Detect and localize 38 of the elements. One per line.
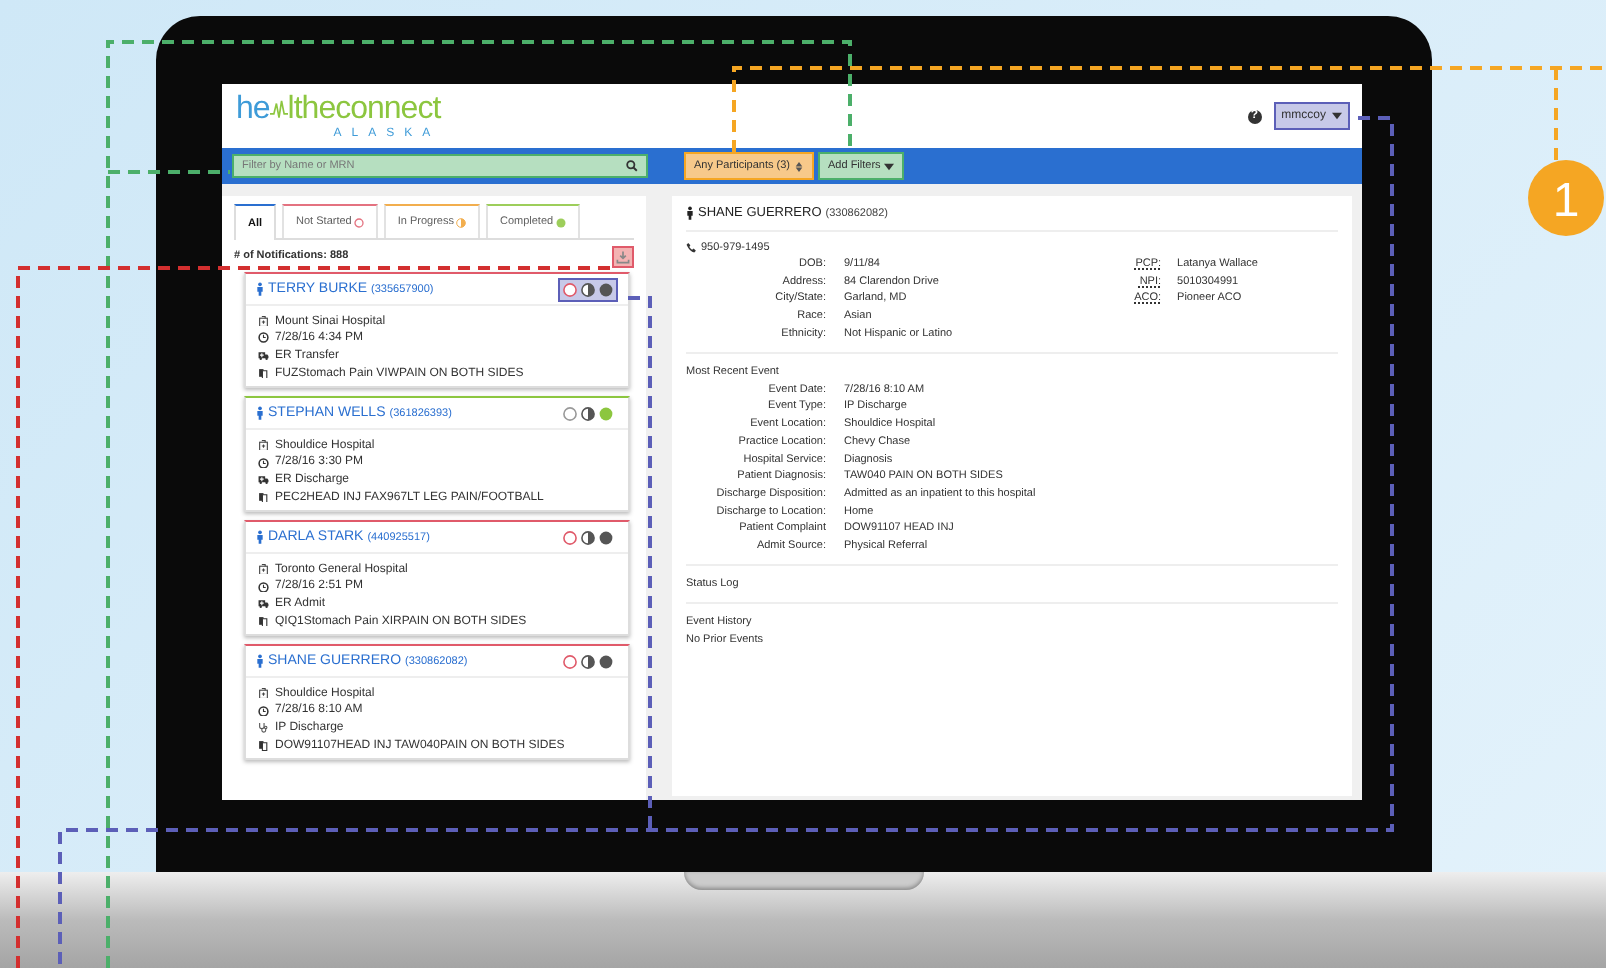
logo-text: ltheconnect — [287, 93, 441, 125]
clock-icon — [258, 332, 269, 344]
hospital-icon — [258, 563, 269, 575]
circle-icon — [353, 217, 364, 227]
document-icon — [258, 615, 269, 627]
download-button[interactable] — [612, 245, 634, 267]
half-circle-icon — [455, 217, 466, 227]
clock-icon — [258, 705, 269, 717]
ambulance-icon — [258, 474, 269, 486]
half-circle-icon[interactable] — [580, 281, 596, 297]
clock-icon — [258, 581, 269, 593]
document-icon — [258, 367, 269, 379]
person-icon — [686, 206, 694, 220]
caret-icon — [884, 161, 895, 171]
caret-icon — [1332, 112, 1342, 120]
logo-text: he — [236, 93, 270, 125]
callout-badge: 1 — [1528, 160, 1604, 236]
filled-circle-icon — [555, 217, 566, 227]
hospital-icon — [258, 315, 269, 327]
ambulance-icon — [258, 350, 269, 362]
sort-icon — [794, 161, 804, 171]
ambulance-icon — [258, 598, 269, 610]
hospital-icon — [258, 439, 269, 451]
clock-icon — [258, 457, 269, 468]
half-circle-icon[interactable] — [580, 653, 596, 670]
search-icon — [626, 160, 638, 172]
stethoscope-icon — [258, 722, 269, 734]
download-icon — [616, 249, 630, 263]
half-circle-icon[interactable] — [580, 529, 596, 546]
phone-icon — [686, 242, 697, 254]
person-icon — [256, 282, 264, 296]
person-icon — [256, 530, 264, 545]
person-icon — [256, 406, 264, 421]
document-icon — [258, 491, 269, 503]
half-circle-icon[interactable] — [580, 405, 596, 422]
person-icon — [256, 654, 264, 669]
hospital-icon — [258, 687, 269, 699]
document-icon — [258, 740, 269, 751]
